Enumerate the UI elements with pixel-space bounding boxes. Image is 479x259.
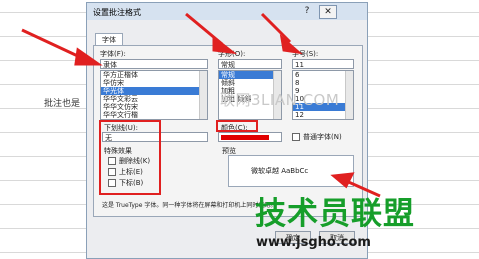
- watermark-faint: 联网3LIAN.COM: [220, 91, 340, 109]
- watermark-brand: 技术员联盟: [255, 196, 415, 232]
- arrow-to-size: [260, 12, 292, 44]
- arrow-to-font: [21, 28, 83, 60]
- arrowhead-font-icon: [74, 47, 103, 66]
- watermark-url: www.jsgho.com: [256, 235, 371, 250]
- arrowhead-style-icon: [212, 34, 238, 55]
- arrowhead-preview-icon: [330, 172, 355, 189]
